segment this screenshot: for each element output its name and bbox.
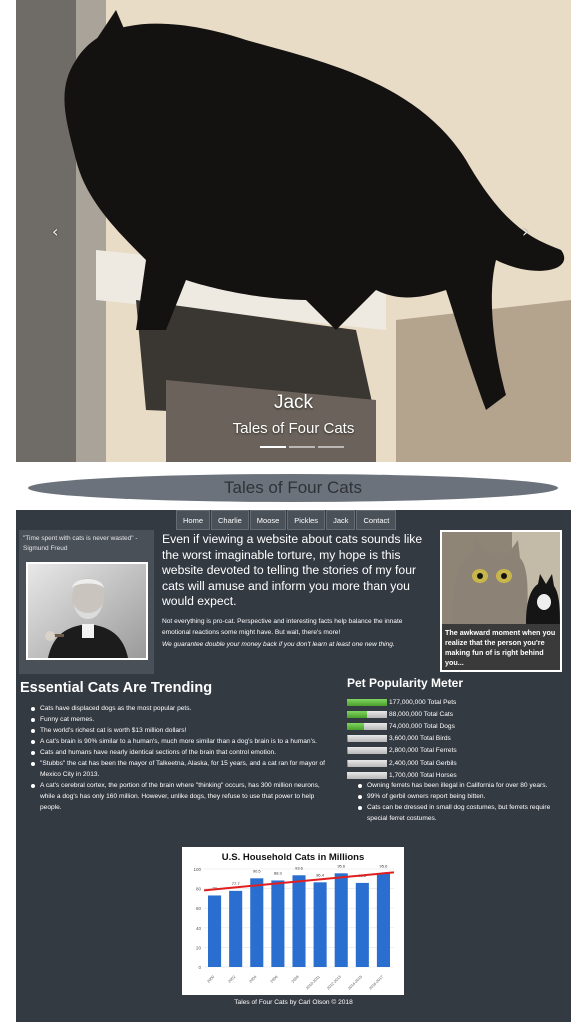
freud-photo [26, 562, 148, 660]
household-cats-chart: U.S. Household Cats in Millions 0 20 40 60 80… [182, 847, 404, 995]
list-item: The world's richest cat is worth $13 mil… [28, 725, 333, 736]
meter-row: 88,000,000 Total Cats [347, 708, 567, 720]
data-label: 86.4 [316, 872, 325, 877]
list-item: A cat's brain is 90% similar to a human'… [28, 736, 333, 747]
freud-quote: "Time spent with cats is never wasted" -… [23, 535, 138, 552]
intro: Even if viewing a website about cats sou… [162, 532, 424, 650]
pet-notes-list: Owning ferrets has been illegal in Calif… [358, 780, 563, 824]
x-tick-label: 2006 [270, 975, 279, 984]
chart-title: U.S. Household Cats in Millions [222, 852, 365, 863]
x-tick-label: 2002 [228, 975, 237, 984]
meter-label: 1,700,000 Total Horses [389, 771, 457, 779]
list-item: Cats and humans have nearly identical se… [28, 747, 333, 758]
cat-meme-image: The awkward moment when you realize that… [440, 530, 562, 672]
data-label: 95.6 [337, 863, 346, 868]
hero-carousel: ‹ › Jack Tales of Four Cats [16, 0, 571, 462]
y-tick-label: 100 [193, 867, 201, 872]
intro-guarantee: We guarantee double your money back if y… [162, 640, 395, 648]
meter-row: 2,800,000 Total Ferrets [347, 745, 567, 757]
chart-bar [313, 882, 327, 967]
list-item: "Stubbs" the cat has been the mayor of T… [28, 758, 333, 780]
trending-list: Cats have displaced dogs as the most pop… [28, 703, 333, 813]
chart-bar [250, 878, 264, 967]
progress-bar [347, 735, 387, 743]
x-tick-label: 2014-2015 [347, 975, 363, 991]
y-tick-label: 80 [196, 887, 202, 892]
chart-bar [376, 873, 390, 967]
carousel-next-icon[interactable]: › [522, 222, 528, 241]
quote-box: "Time spent with cats is never wasted" -… [19, 530, 154, 674]
list-item: Cats have displaced dogs as the most pop… [28, 703, 333, 714]
site-banner: Tales of Four Cats [28, 474, 558, 502]
x-tick-label: 2000 [206, 975, 215, 984]
chart-bar [208, 895, 222, 967]
carousel-prev-icon[interactable]: ‹ [52, 222, 58, 241]
carousel-title: Jack [273, 392, 314, 413]
chart-svg: U.S. Household Cats in Millions 0 20 40 60 80… [193, 852, 395, 991]
chart-bar [271, 880, 285, 967]
meter-row: 3,600,000 Total Birds [347, 733, 567, 745]
y-tick-label: 40 [196, 926, 202, 931]
meter-label: 2,800,000 Total Ferrets [389, 747, 457, 755]
nav-moose[interactable]: Moose [249, 510, 287, 530]
footer: Tales of Four Cats by Carl Olson © 2018 [234, 999, 353, 1006]
progress-bar [347, 747, 387, 755]
progress-bar [347, 759, 387, 767]
data-label: 77.7 [232, 881, 241, 886]
nav-charlie[interactable]: Charlie [211, 510, 249, 530]
list-item: Funny cat memes. [28, 714, 333, 725]
meter-title: Pet Popularity Meter [347, 676, 464, 690]
list-item: 99% of gerbil owners report being bitten… [358, 791, 563, 802]
trending-title: Essential Cats Are Trending [20, 680, 213, 696]
meter-label: 88,000,000 Total Cats [389, 710, 454, 718]
chart-bar [355, 882, 369, 967]
data-label: 90.5 [253, 868, 262, 873]
chart-bar [292, 875, 306, 967]
y-tick-label: 60 [196, 906, 202, 911]
y-tick-label: 0 [198, 965, 201, 970]
progress-bar [347, 710, 387, 718]
content-panel: Home Charlie Moose Pickles Jack Contact … [16, 510, 571, 1022]
page: ‹ › Jack Tales of Four Cats Tales of Fou… [0, 0, 585, 1025]
nav-jack[interactable]: Jack [326, 510, 356, 530]
meter-label: 3,600,000 Total Birds [389, 735, 451, 743]
list-item: Owning ferrets has been illegal in Calif… [358, 780, 563, 791]
pet-popularity-meter: 177,000,000 Total Pets 88,000,000 Total … [347, 696, 567, 781]
meter-row: 177,000,000 Total Pets [347, 696, 567, 708]
meter-row: 74,000,000 Total Dogs [347, 720, 567, 732]
y-tick-label: 20 [196, 945, 202, 950]
x-tick-label: 2016-2017 [368, 975, 384, 991]
x-tick-label: 2012-2013 [326, 975, 342, 991]
progress-bar [347, 722, 387, 730]
carousel-indicator[interactable] [260, 446, 286, 448]
list-item: A cat's cerebral cortex, the portion of … [28, 780, 333, 813]
data-label: 95.6 [380, 863, 389, 868]
nav-pickles[interactable]: Pickles [287, 510, 326, 530]
nav-contact[interactable]: Contact [356, 510, 397, 530]
meter-row: 2,400,000 Total Gerbils [347, 757, 567, 769]
carousel-indicators [260, 446, 344, 450]
main-nav: Home Charlie Moose Pickles Jack Contact [176, 510, 397, 530]
progress-bar [347, 698, 387, 706]
intro-lead: Even if viewing a website about cats sou… [162, 532, 423, 608]
carousel-indicator[interactable] [289, 446, 315, 448]
meme-caption: The awkward moment when you realize that… [445, 628, 556, 667]
carousel-indicator[interactable] [318, 446, 344, 448]
data-label: 93.6 [295, 865, 304, 870]
list-item: Cats can be dressed in small dog costume… [358, 802, 563, 824]
x-tick-label: 2004 [249, 975, 258, 984]
carousel-subtitle: Tales of Four Cats [232, 420, 355, 437]
progress-bar [347, 771, 387, 779]
meter-label: 177,000,000 Total Pets [389, 698, 457, 706]
chart-bar [334, 873, 348, 967]
intro-body: Not everything is pro-cat. Perspective a… [162, 617, 403, 637]
chart-bar [229, 890, 243, 967]
meter-label: 2,400,000 Total Gerbils [389, 759, 457, 767]
x-tick-label: 2010-2011 [305, 975, 320, 990]
nav-home[interactable]: Home [176, 510, 211, 530]
meter-label: 74,000,000 Total Dogs [389, 722, 455, 730]
x-tick-label: 2008 [291, 975, 300, 984]
data-label: 88.3 [274, 870, 283, 875]
